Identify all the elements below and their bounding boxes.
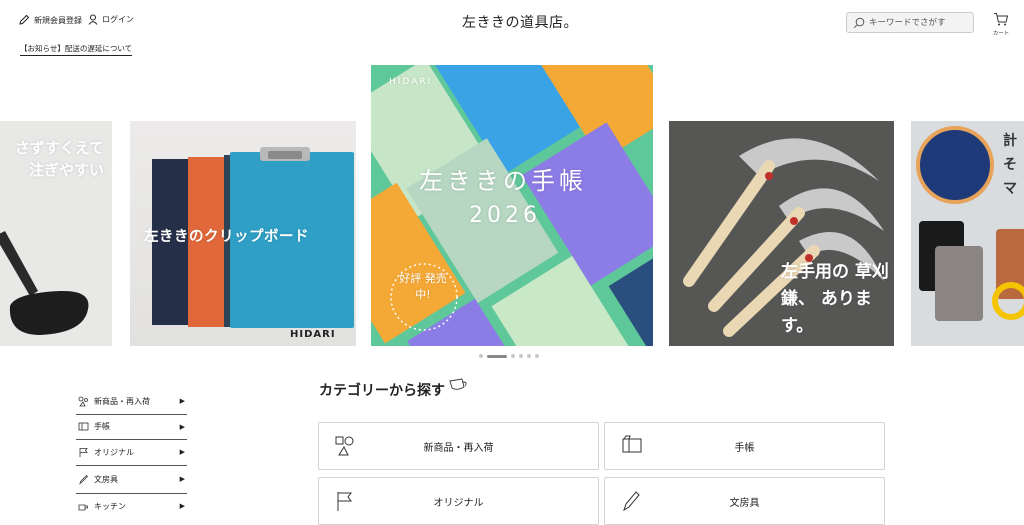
caret-right-icon: ▶ <box>179 448 185 457</box>
pen-icon <box>79 474 89 485</box>
login-link[interactable]: ログイン <box>88 14 134 25</box>
category-card-label: 新商品・再入荷 <box>423 442 494 454</box>
sidebar-item-original[interactable]: オリジナル ▶ <box>76 440 187 466</box>
cart-label: カート <box>992 31 1010 37</box>
category-card-label: 手帳 <box>734 442 755 454</box>
sidebar-item-label: 新商品・再入荷 <box>94 396 150 406</box>
slide5-text: 計 そ マ <box>1003 133 1017 197</box>
cart-icon <box>994 13 1009 26</box>
site-header: 新規会員登録 ログイン 左ききの道具店。 カート 【お知らせ】配送の遅延について <box>0 0 1024 62</box>
category-card-label: 文房具 <box>729 497 760 509</box>
category-card-new[interactable]: 新商品・再入荷 <box>318 422 599 470</box>
carousel-dot-3[interactable] <box>511 354 515 358</box>
notice-link[interactable]: 【お知らせ】配送の遅延について <box>20 43 133 56</box>
slide-cups[interactable]: 計 そ マ <box>911 121 1024 346</box>
slide-ladle[interactable]: さずすくえて 注ぎやすい <box>0 121 112 346</box>
slide3-brand: HIDARI <box>389 77 433 87</box>
sidebar-item-label: オリジナル <box>94 447 134 457</box>
sidebar-item-new[interactable]: 新商品・再入荷 ▶ <box>76 389 187 415</box>
caret-right-icon: ▶ <box>179 422 185 431</box>
login-label: ログイン <box>102 15 134 24</box>
kitchen-icon <box>78 504 88 511</box>
slide1-text: さずすくえて 注ぎやすい <box>14 139 104 179</box>
category-title-text: カテゴリーから探す <box>319 383 445 399</box>
category-section-title: カテゴリーから探す <box>319 378 469 400</box>
notebook-icon <box>622 435 642 453</box>
sidebar-item-stationery[interactable]: 文房具 ▶ <box>76 466 187 494</box>
carousel-dot-6[interactable] <box>535 354 539 358</box>
slide3-badge: 好評 発売中! <box>399 272 447 301</box>
slide2-brand: HIDARI <box>290 329 336 340</box>
category-card-original[interactable]: オリジナル <box>318 477 599 525</box>
carousel-dot-2[interactable] <box>487 354 507 358</box>
carousel-dot-1[interactable] <box>479 354 483 358</box>
slide3-title: 左ききの手帳 <box>419 167 587 195</box>
user-icon <box>88 14 98 25</box>
flag-icon <box>337 492 352 511</box>
sidebar-item-label: 文房具 <box>94 474 118 484</box>
search-input[interactable] <box>869 17 969 28</box>
pen-icon <box>623 491 640 512</box>
sidebar-item-kitchen[interactable]: キッチン ▶ <box>76 494 187 520</box>
category-card-stationery[interactable]: 文房具 <box>604 477 885 525</box>
carousel-dot-5[interactable] <box>527 354 531 358</box>
category-sidebar: 新商品・再入荷 ▶ 手帳 ▶ オリジナル ▶ 文房具 ▶ キッチン ▶ <box>76 389 187 519</box>
cart-button[interactable]: カート <box>990 12 1012 37</box>
slide4-text: 左手用の 草刈鎌、 あります。 <box>781 262 889 336</box>
flag-icon <box>79 447 88 457</box>
shapes-icon <box>335 436 354 456</box>
category-card-notebook[interactable]: 手帳 <box>604 422 885 470</box>
register-link[interactable]: 新規会員登録 <box>18 14 82 26</box>
search-icon[interactable] <box>853 17 865 29</box>
sidebar-item-notebook[interactable]: 手帳 ▶ <box>76 415 187 440</box>
pencil-icon <box>19 14 30 25</box>
slide2-text: 左ききのクリップボード <box>144 229 309 245</box>
slide-clipboard[interactable]: 左ききのクリップボード HIDARI <box>130 121 356 346</box>
carousel-dot-4[interactable] <box>519 354 523 358</box>
slide-notebook[interactable]: HIDARI 左ききの手帳 2026 好評 発売中! <box>371 65 653 346</box>
site-logo[interactable]: 左ききの道具店。 <box>462 12 578 32</box>
register-label: 新規会員登録 <box>34 15 82 25</box>
caret-right-icon: ▶ <box>179 475 185 483</box>
caret-right-icon: ▶ <box>179 502 185 511</box>
cup-doodle-icon <box>449 378 467 390</box>
sidebar-item-label: 手帳 <box>94 422 110 432</box>
search-box[interactable] <box>846 12 974 33</box>
slide3-year: 2026 <box>469 203 541 228</box>
category-card-label: オリジナル <box>433 497 484 509</box>
slide-sickle[interactable]: 左手用の 草刈鎌、 あります。 <box>669 121 894 346</box>
shapes-icon <box>78 396 88 407</box>
carousel-dots <box>479 354 543 358</box>
caret-right-icon: ▶ <box>179 397 185 406</box>
sidebar-item-label: キッチン <box>94 501 126 511</box>
notebook-icon <box>78 422 89 431</box>
